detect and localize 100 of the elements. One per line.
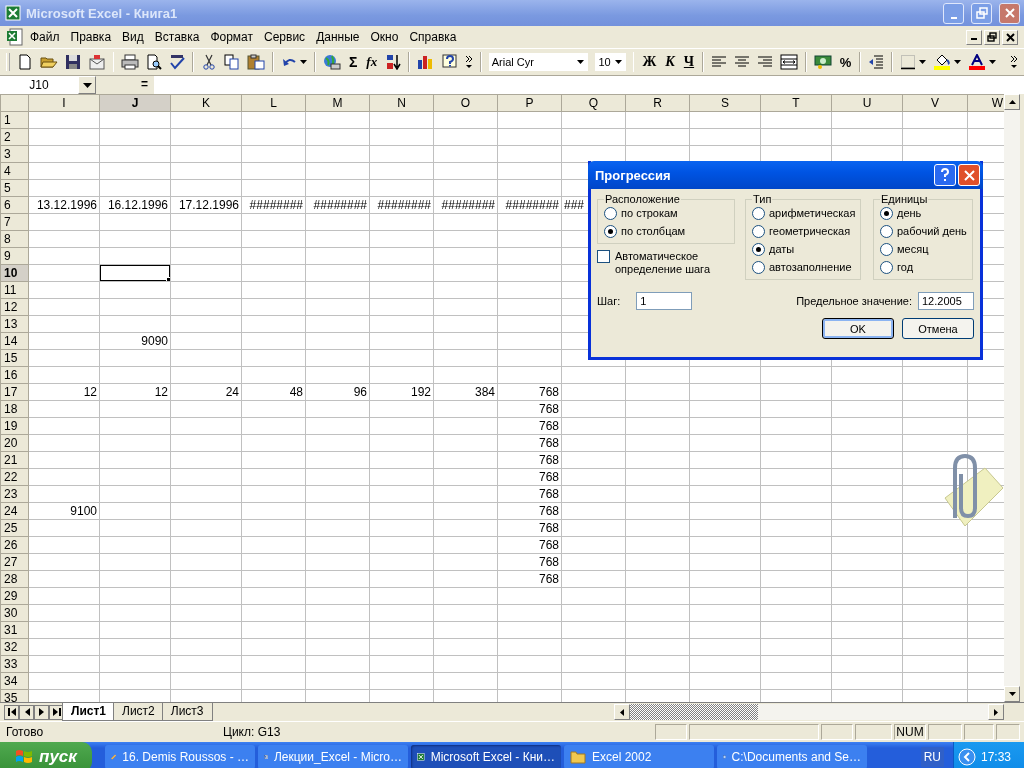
sheet-tab[interactable]: Лист1 (62, 703, 116, 721)
caret-icon[interactable] (300, 60, 308, 64)
column-header[interactable]: T (760, 94, 832, 112)
scrollbar-thumb[interactable] (630, 704, 758, 720)
horizontal-scrollbar[interactable] (614, 704, 1004, 720)
help-icon[interactable] (441, 54, 458, 70)
function-button[interactable]: fx (365, 54, 379, 70)
print-icon[interactable] (121, 54, 140, 70)
menu-item[interactable]: Данные (311, 28, 365, 46)
first-sheet-button[interactable] (4, 704, 19, 720)
chevron-icon[interactable] (464, 54, 473, 70)
column-header[interactable]: W (967, 94, 1004, 112)
column-header[interactable]: I (28, 94, 100, 112)
checkbox[interactable] (597, 250, 610, 263)
column-header[interactable]: U (831, 94, 903, 112)
radio-option[interactable]: по столбцам (604, 223, 730, 239)
radio-option[interactable]: рабочий день (880, 223, 968, 239)
radio-button[interactable] (752, 260, 765, 274)
language-indicator[interactable]: RU (920, 747, 944, 767)
font-color-icon[interactable] (967, 54, 986, 70)
scroll-right-button[interactable] (988, 704, 1004, 720)
show-hidden-icons-button[interactable] (958, 748, 976, 766)
caret-icon[interactable] (988, 60, 996, 64)
font-dropdown[interactable]: Arial Cyr (488, 53, 589, 71)
vertical-scrollbar[interactable] (1004, 94, 1020, 702)
currency-icon[interactable] (813, 54, 832, 70)
column-header[interactable]: R (625, 94, 690, 112)
radio-button[interactable] (880, 242, 893, 256)
column-header[interactable]: O (433, 94, 498, 112)
open-folder-icon[interactable] (39, 54, 58, 70)
sheet-tab[interactable]: Лист3 (161, 703, 213, 721)
column-header[interactable]: M (305, 94, 370, 112)
copy-icon[interactable] (224, 54, 241, 70)
caret-icon[interactable] (918, 60, 926, 64)
taskbar-button[interactable]: 16. Demis Roussos - … (105, 745, 255, 768)
input-field[interactable]: 12.2005 (918, 292, 974, 310)
menu-item[interactable]: Справка (404, 28, 462, 46)
scissors-icon[interactable] (201, 54, 218, 70)
taskbar-button[interactable]: Excel 2002 (564, 745, 714, 768)
dialog-button[interactable]: Отмена (902, 318, 974, 339)
globe-icon[interactable] (322, 54, 341, 70)
column-header[interactable]: P (497, 94, 562, 112)
italic-button[interactable]: К (664, 54, 676, 70)
menu-item[interactable]: Сервис (259, 28, 311, 46)
column-header[interactable]: K (170, 94, 242, 112)
radio-option[interactable]: автозаполнение (752, 259, 856, 275)
borders-icon[interactable] (899, 54, 916, 70)
column-header[interactable]: L (241, 94, 306, 112)
radio-option[interactable]: месяц (880, 241, 968, 257)
active-cell[interactable] (100, 265, 170, 281)
print-preview-icon[interactable] (146, 54, 163, 70)
new-document-icon[interactable] (16, 54, 33, 70)
fill-color-icon[interactable] (932, 54, 951, 70)
taskbar-button[interactable]: Microsoft Excel - Кни… (411, 745, 561, 768)
radio-button[interactable] (752, 206, 765, 220)
align-right-icon[interactable] (756, 54, 773, 70)
radio-option[interactable]: даты (752, 241, 856, 257)
menu-item[interactable]: Формат (205, 28, 259, 46)
underline-button[interactable]: Ч (682, 54, 696, 70)
input-field[interactable]: 1 (636, 292, 693, 310)
sort-icon[interactable] (385, 54, 402, 70)
equals-button[interactable]: = (96, 76, 154, 94)
bold-button[interactable]: Ж (641, 54, 658, 70)
menu-item[interactable]: Правка (65, 28, 117, 46)
taskbar-button[interactable]: Лекции_Excel - Micro… (258, 745, 408, 768)
scroll-down-button[interactable] (1004, 686, 1020, 702)
menu-item[interactable]: Вид (117, 28, 149, 46)
scroll-up-button[interactable] (1004, 94, 1020, 110)
radio-option[interactable]: арифметическая (752, 205, 856, 221)
radio-option[interactable]: день (880, 205, 968, 221)
scroll-left-button[interactable] (614, 704, 630, 720)
next-sheet-button[interactable] (34, 704, 49, 720)
font-size-dropdown[interactable]: 10 (595, 53, 626, 71)
save-icon[interactable] (64, 54, 81, 70)
radio-option[interactable]: по строкам (604, 205, 730, 221)
column-header[interactable]: J (99, 94, 171, 112)
radio-button[interactable] (880, 260, 893, 274)
dialog-button[interactable]: OK (822, 318, 894, 339)
menu-item[interactable]: Вставка (149, 28, 205, 46)
radio-button[interactable] (880, 206, 893, 220)
name-box-dropdown[interactable] (78, 76, 96, 94)
align-left-icon[interactable] (710, 54, 727, 70)
name-box[interactable]: J10 (0, 76, 78, 94)
radio-option[interactable]: геометрическая (752, 223, 856, 239)
percent-button[interactable]: % (838, 54, 853, 70)
column-header[interactable]: V (902, 94, 968, 112)
paste-icon[interactable] (247, 54, 266, 70)
radio-button[interactable] (604, 206, 617, 220)
autosum-button[interactable]: Σ (347, 54, 359, 70)
chevron-icon[interactable] (1009, 54, 1018, 70)
radio-button[interactable] (880, 224, 893, 238)
radio-button[interactable] (752, 224, 765, 238)
merge-cells-icon[interactable] (779, 54, 798, 70)
radio-button[interactable] (604, 224, 617, 238)
check-mark-icon[interactable] (169, 54, 186, 70)
menu-item[interactable]: Файл (25, 28, 65, 46)
email-icon[interactable] (87, 54, 106, 70)
help-button[interactable] (934, 164, 956, 186)
sheet-tab[interactable]: Лист2 (113, 703, 164, 721)
checkbox-option[interactable]: Автоматическое определение шага (597, 250, 735, 276)
